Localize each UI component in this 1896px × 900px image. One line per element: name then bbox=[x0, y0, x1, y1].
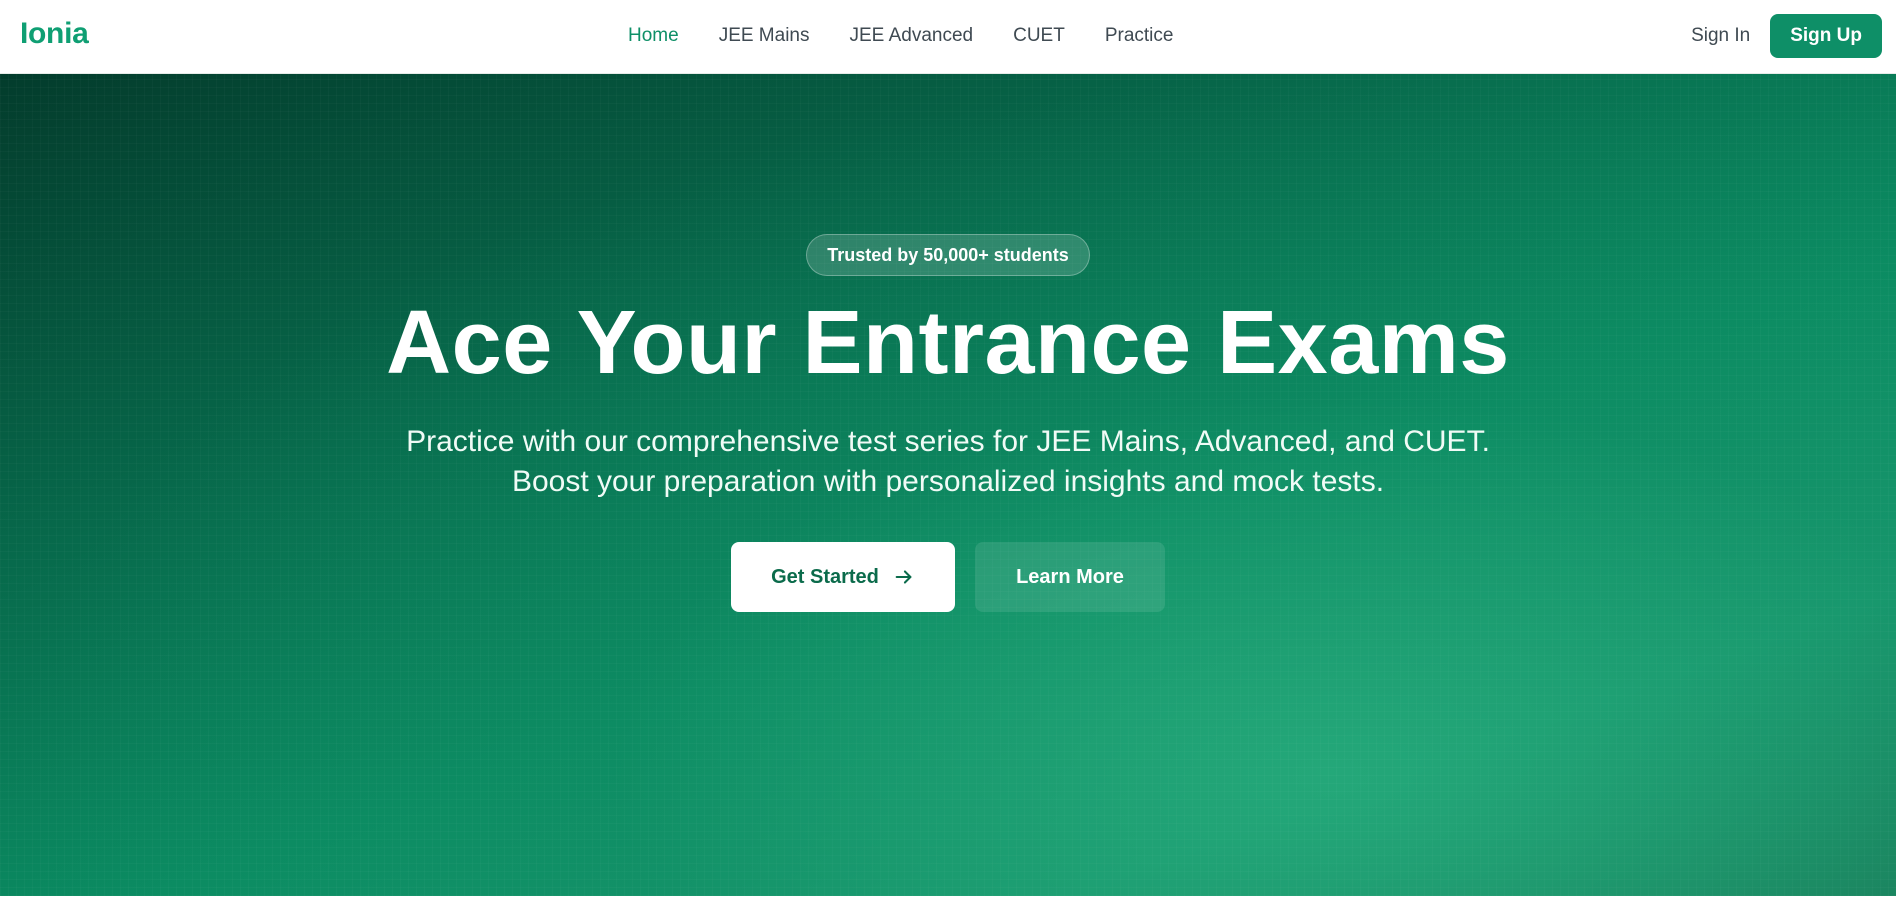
sign-up-button[interactable]: Sign Up bbox=[1770, 14, 1882, 58]
nav-item-practice[interactable]: Practice bbox=[1105, 22, 1174, 50]
get-started-label: Get Started bbox=[771, 565, 879, 588]
nav-item-cuet[interactable]: CUET bbox=[1013, 22, 1065, 50]
hero-subtitle-line-1: Practice with our comprehensive test ser… bbox=[406, 425, 1490, 458]
get-started-button[interactable]: Get Started bbox=[731, 542, 955, 612]
hero-content: Trusted by 50,000+ students Ace Your Ent… bbox=[0, 234, 1896, 612]
hero-title: Ace Your Entrance Exams bbox=[0, 298, 1896, 388]
arrow-right-icon bbox=[895, 570, 912, 584]
top-navbar: Ionia Home JEE Mains JEE Advanced CUET P… bbox=[0, 0, 1896, 74]
nav-item-jee-advanced[interactable]: JEE Advanced bbox=[850, 22, 974, 50]
trust-badge: Trusted by 50,000+ students bbox=[806, 234, 1090, 276]
hero-subtitle: Practice with our comprehensive test ser… bbox=[398, 422, 1498, 502]
learn-more-button[interactable]: Learn More bbox=[975, 542, 1165, 612]
hero-section: Trusted by 50,000+ students Ace Your Ent… bbox=[0, 74, 1896, 896]
main-nav: Home JEE Mains JEE Advanced CUET Practic… bbox=[628, 22, 1173, 50]
brand-logo[interactable]: Ionia bbox=[20, 16, 89, 52]
auth-actions: Sign In Sign Up bbox=[1691, 14, 1882, 58]
hero-cta-row: Get Started Learn More bbox=[0, 542, 1896, 612]
nav-item-jee-mains[interactable]: JEE Mains bbox=[719, 22, 810, 50]
nav-item-home[interactable]: Home bbox=[628, 22, 679, 50]
sign-in-link[interactable]: Sign In bbox=[1691, 25, 1750, 47]
hero-title-text: Ace Your Entrance Exams bbox=[386, 293, 1510, 393]
hero-subtitle-line-2: Boost your preparation with personalized… bbox=[511, 465, 1385, 498]
